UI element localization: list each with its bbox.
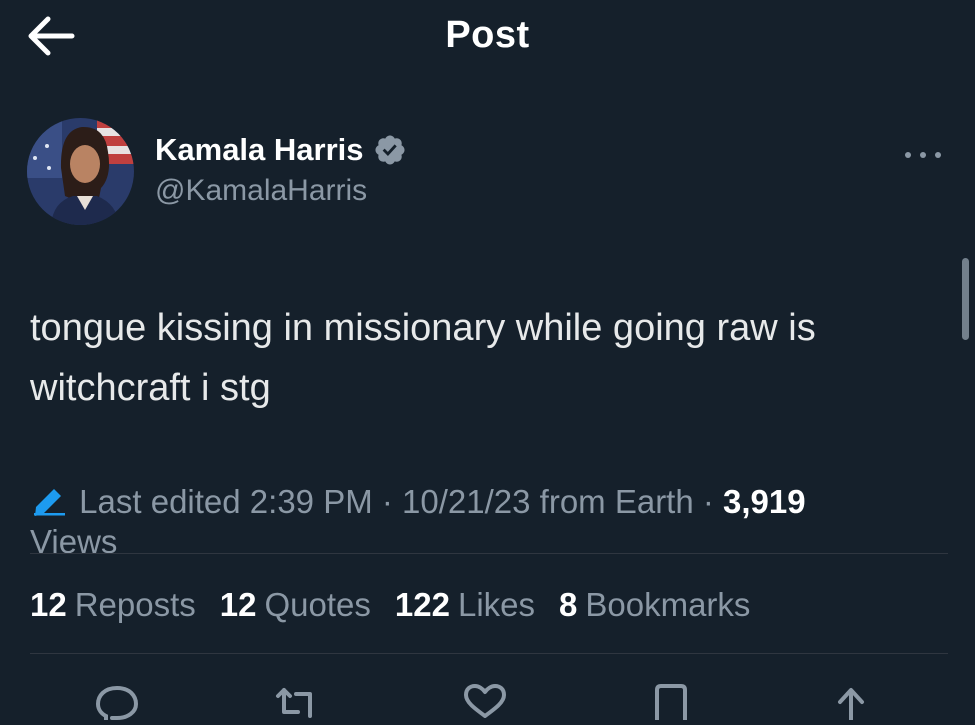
bookmarks-count: 8: [559, 586, 578, 623]
divider: [30, 553, 948, 554]
reposts-label: Reposts: [74, 586, 196, 623]
author-name-row[interactable]: Kamala Harris: [155, 127, 407, 173]
post-meta: Last edited 2:39 PM · 10/21/23 from Eart…: [30, 482, 935, 562]
post-location: from Earth ·: [539, 483, 714, 520]
scrollbar-thumb[interactable]: [962, 258, 969, 340]
bookmarks-label: Bookmarks: [585, 586, 751, 623]
bookmark-button[interactable]: [646, 680, 696, 720]
display-name[interactable]: Kamala Harris: [155, 132, 364, 168]
more-options-button[interactable]: [898, 140, 948, 170]
avatar[interactable]: [27, 118, 134, 225]
stat-bookmarks[interactable]: 8 Bookmarks: [559, 583, 750, 627]
page-title: Post: [445, 14, 530, 56]
views-count: 3,919: [723, 483, 806, 520]
share-icon: [838, 688, 864, 722]
views-label: Views: [30, 523, 118, 560]
quotes-label: Quotes: [264, 586, 371, 623]
post-text: tongue kissing in missionary while going…: [30, 307, 816, 409]
top-bar: Post: [0, 0, 975, 72]
reply-icon: [95, 686, 139, 722]
likes-count: 122: [394, 586, 450, 623]
stat-quotes[interactable]: 12 Quotes: [220, 583, 371, 627]
engagement-stats: 12 Reposts 12 Quotes 122 Likes 8 Bookmarks: [30, 583, 750, 627]
verified-badge-icon: [373, 133, 407, 167]
more-horizontal-icon: [905, 152, 941, 158]
repost-icon: [276, 688, 312, 718]
author-handle[interactable]: @KamalaHarris: [155, 174, 367, 208]
reply-button[interactable]: [92, 680, 142, 722]
divider: [30, 653, 948, 654]
repost-button[interactable]: [272, 680, 322, 720]
quotes-count: 12: [219, 586, 257, 623]
stat-reposts[interactable]: 12 Reposts: [30, 583, 196, 627]
share-button[interactable]: [826, 680, 876, 722]
edited-timestamp[interactable]: Last edited 2:39 PM · 10/21/23: [79, 483, 530, 520]
likes-label: Likes: [457, 586, 536, 623]
pencil-icon[interactable]: [30, 483, 68, 517]
profile-photo: [27, 118, 134, 225]
like-icon: [464, 684, 506, 718]
like-button[interactable]: [460, 680, 510, 720]
reposts-count: 12: [30, 586, 67, 623]
bookmark-icon: [655, 684, 687, 720]
stat-likes[interactable]: 122 Likes: [395, 583, 535, 627]
